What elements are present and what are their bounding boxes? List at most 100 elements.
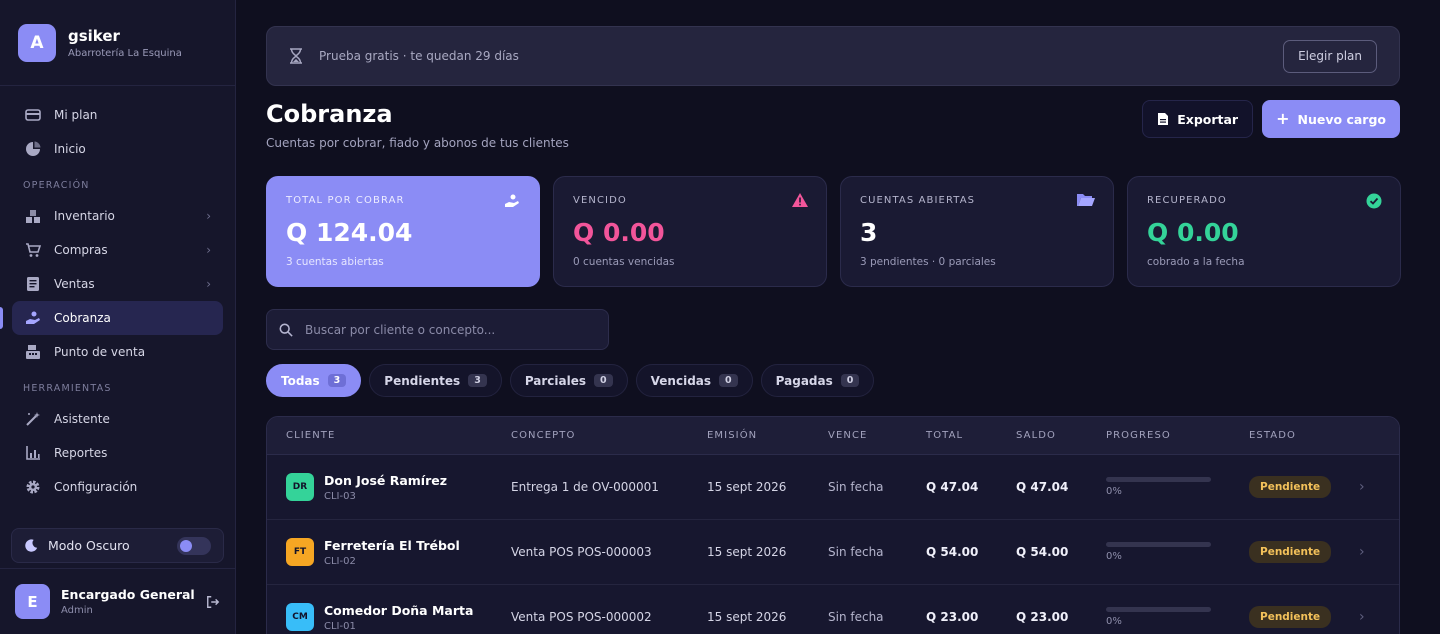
filter-count: 3 — [327, 374, 347, 387]
stat-hint: 0 cuentas vencidas — [573, 256, 675, 268]
sidebar-item-label: Compras — [54, 243, 108, 257]
status-cell: Pendiente — [1249, 541, 1359, 563]
page-header: Cobranza Cuentas por cobrar, fiado y abo… — [266, 100, 569, 150]
choose-plan-button[interactable]: Elegir plan — [1283, 39, 1377, 73]
concept-cell: Venta POS POS-000002 — [511, 610, 652, 624]
chevron-right-icon: › — [206, 243, 211, 257]
sidebar-item-inventario[interactable]: Inventario › — [12, 199, 223, 233]
due-date-cell: Sin fecha — [828, 545, 884, 559]
sidebar-item-punto-de-venta[interactable]: Punto de venta — [12, 335, 223, 369]
status-badge: Pendiente — [1249, 541, 1332, 563]
hand-coin-icon — [24, 309, 42, 327]
stat-hint: 3 pendientes · 0 parciales — [860, 256, 996, 268]
stat-recuperado: RECUPERADO Q 0.00 cobrado a la fecha — [1127, 176, 1401, 287]
brand-name: gsiker — [68, 26, 120, 45]
table-row[interactable]: DR Don José Ramírez CLI-03 Entrega 1 de … — [267, 455, 1399, 520]
filter-parciales[interactable]: Parciales 0 — [509, 364, 628, 397]
cart-icon — [24, 241, 42, 259]
sidebar-item-asistente[interactable]: Asistente — [12, 402, 223, 436]
sidebar-item-cobranza[interactable]: Cobranza — [0, 301, 223, 335]
sidebar-item-label: Ventas — [54, 277, 95, 291]
column-header-saldo[interactable]: SALDO — [1016, 430, 1106, 441]
stat-hint: cobrado a la fecha — [1147, 256, 1245, 268]
export-label: Exportar — [1177, 111, 1239, 127]
client-avatar: DR — [286, 473, 314, 501]
concept-cell: Venta POS POS-000003 — [511, 545, 652, 559]
stat-cuentas-abiertas: CUENTAS ABIERTAS 3 3 pendientes · 0 parc… — [840, 176, 1114, 287]
pie-chart-icon — [24, 140, 42, 158]
dark-mode-toggle[interactable]: Modo Oscuro — [11, 528, 224, 563]
check-circle-icon — [1366, 193, 1382, 209]
logout-icon[interactable] — [206, 595, 220, 609]
brand[interactable]: A gsiker Abarrotería La Esquina — [0, 0, 235, 86]
progress-bar — [1106, 477, 1211, 482]
progress-cell: 0% — [1106, 607, 1249, 627]
avatar: E — [15, 584, 50, 619]
filter-pagadas[interactable]: Pagadas 0 — [760, 364, 875, 397]
sidebar-item-label: Punto de venta — [54, 345, 146, 359]
card-icon — [24, 106, 42, 124]
boxes-icon — [24, 207, 42, 225]
sidebar-item-mi-plan[interactable]: Mi plan — [12, 98, 223, 132]
filter-pendientes[interactable]: Pendientes 3 — [369, 364, 502, 397]
hourglass-icon — [289, 48, 303, 64]
user-card[interactable]: E Encargado General Admin — [0, 568, 235, 634]
sidebar-item-label: Mi plan — [54, 108, 98, 122]
main-content: Prueba gratis · te quedan 29 días Elegir… — [236, 0, 1440, 634]
progress-text: 0% — [1106, 551, 1122, 562]
filter-todas[interactable]: Todas 3 — [266, 364, 362, 397]
sidebar-item-configuracion[interactable]: Configuración — [12, 470, 223, 504]
column-header-emision[interactable]: EMISIÓN — [707, 430, 828, 441]
stat-hint: 3 cuentas abiertas — [286, 256, 384, 268]
dark-mode-switch[interactable] — [177, 536, 211, 555]
new-charge-button[interactable]: + Nuevo cargo — [1262, 100, 1400, 138]
chevron-right-icon[interactable]: › — [1359, 544, 1399, 560]
sidebar-item-reportes[interactable]: Reportes — [12, 436, 223, 470]
page-subtitle: Cuentas por cobrar, fiado y abonos de tu… — [266, 136, 569, 150]
active-indicator — [0, 307, 3, 329]
client-name: Don José Ramírez — [324, 472, 448, 488]
client-cell: DR Don José Ramírez CLI-03 — [267, 473, 511, 502]
warning-icon — [792, 193, 808, 207]
chevron-right-icon[interactable]: › — [1359, 479, 1399, 495]
stat-label: RECUPERADO — [1147, 195, 1227, 206]
column-header-progreso[interactable]: PROGRESO — [1106, 430, 1249, 441]
chevron-right-icon[interactable]: › — [1359, 609, 1399, 625]
chevron-right-icon: › — [206, 209, 211, 223]
column-header-total[interactable]: TOTAL — [926, 430, 1016, 441]
export-button[interactable]: Exportar — [1142, 100, 1254, 138]
nav-section-herramientas: HERRAMIENTAS — [23, 383, 112, 394]
status-badge: Pendiente — [1249, 606, 1332, 628]
progress-text: 0% — [1106, 616, 1122, 627]
client-cell: CM Comedor Doña Marta CLI-01 — [267, 603, 511, 632]
search-input[interactable] — [305, 322, 596, 337]
sidebar-item-label: Asistente — [54, 412, 110, 426]
search-box[interactable] — [266, 309, 609, 350]
filter-tabs: Todas 3 Pendientes 3 Parciales 0 Vencida… — [266, 364, 875, 397]
stat-label: CUENTAS ABIERTAS — [860, 195, 976, 206]
column-header-cliente[interactable]: CLIENTE — [267, 430, 511, 441]
search-icon — [279, 323, 293, 337]
table-row[interactable]: FT Ferretería El Trébol CLI-02 Venta POS… — [267, 520, 1399, 585]
table-header: CLIENTE CONCEPTO EMISIÓN VENCE TOTAL SAL… — [267, 417, 1399, 455]
file-icon — [1157, 112, 1169, 126]
filter-count: 0 — [840, 374, 860, 387]
brand-avatar: A — [18, 23, 56, 62]
column-header-vence[interactable]: VENCE — [828, 430, 926, 441]
progress-text: 0% — [1106, 486, 1122, 497]
page-title: Cobranza — [266, 100, 393, 128]
balance-cell: Q 54.00 — [1016, 545, 1069, 559]
filter-vencidas[interactable]: Vencidas 0 — [635, 364, 753, 397]
sidebar-item-compras[interactable]: Compras › — [12, 233, 223, 267]
sidebar: A gsiker Abarrotería La Esquina Mi plan … — [0, 0, 236, 634]
client-code: CLI-03 — [324, 490, 356, 502]
trial-banner: Prueba gratis · te quedan 29 días Elegir… — [266, 26, 1400, 86]
balance-cell: Q 47.04 — [1016, 480, 1069, 494]
column-header-estado[interactable]: ESTADO — [1249, 430, 1359, 441]
column-header-concepto[interactable]: CONCEPTO — [511, 430, 707, 441]
client-avatar: CM — [286, 603, 314, 631]
table-row[interactable]: CM Comedor Doña Marta CLI-01 Venta POS P… — [267, 585, 1399, 634]
client-avatar: FT — [286, 538, 314, 566]
sidebar-item-inicio[interactable]: Inicio — [12, 132, 223, 166]
sidebar-item-ventas[interactable]: Ventas › — [12, 267, 223, 301]
